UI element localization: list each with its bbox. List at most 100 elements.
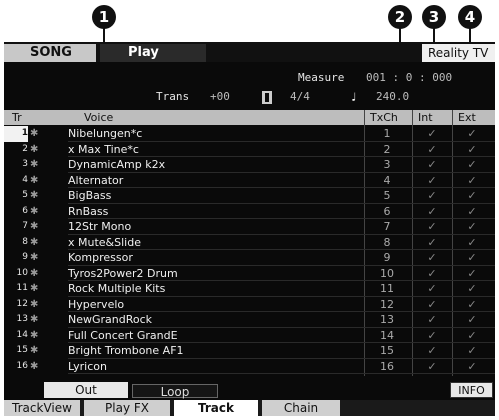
- track-row[interactable]: 1 Nibelungen*c 1 ✓ ✓ ✱: [4, 126, 495, 142]
- tab-loop[interactable]: Loop: [132, 384, 218, 399]
- voice-name[interactable]: NewGrandRock: [68, 312, 364, 328]
- voice-name[interactable]: Bright Trombone AF1: [68, 343, 364, 359]
- track-number[interactable]: 9: [4, 250, 28, 266]
- tx-channel[interactable]: 3: [364, 157, 410, 173]
- tx-channel[interactable]: 12: [364, 297, 410, 313]
- ext-check[interactable]: ✓: [458, 297, 486, 313]
- tab-track[interactable]: Track: [174, 400, 258, 416]
- tx-channel[interactable]: 11: [364, 281, 410, 297]
- voice-name[interactable]: Hypervelo: [68, 297, 364, 313]
- voice-name[interactable]: Full Concert GrandE: [68, 328, 364, 344]
- track-number[interactable]: 6: [4, 204, 28, 220]
- track-number[interactable]: 10: [4, 266, 28, 282]
- track-number[interactable]: 4: [4, 173, 28, 189]
- track-row[interactable]: 16 Lyricon 16 ✓ ✓ ✱: [4, 359, 495, 375]
- voice-name[interactable]: x Max Tine*c: [68, 142, 364, 158]
- track-number[interactable]: 5: [4, 188, 28, 204]
- tx-channel[interactable]: 8: [364, 235, 410, 251]
- tempo-value[interactable]: 240.0: [376, 90, 409, 103]
- track-row[interactable]: 9 Kompressor 9 ✓ ✓ ✱: [4, 250, 495, 266]
- tab-play-fx[interactable]: Play FX: [84, 400, 170, 416]
- track-number[interactable]: 1: [4, 126, 28, 142]
- track-row[interactable]: 3 DynamicAmp k2x 3 ✓ ✓ ✱: [4, 157, 495, 173]
- ext-check[interactable]: ✓: [458, 328, 486, 344]
- ext-check[interactable]: ✓: [458, 281, 486, 297]
- track-number[interactable]: 3: [4, 157, 28, 173]
- track-row[interactable]: 14 Full Concert GrandE 14 ✓ ✓ ✱: [4, 328, 495, 344]
- voice-name[interactable]: 12Str Mono: [68, 219, 364, 235]
- tx-channel[interactable]: 5: [364, 188, 410, 204]
- ext-check[interactable]: ✓: [458, 343, 486, 359]
- tx-channel[interactable]: 4: [364, 173, 410, 189]
- voice-name[interactable]: Rock Multiple Kits: [68, 281, 364, 297]
- track-row[interactable]: 7 12Str Mono 7 ✓ ✓ ✱: [4, 219, 495, 235]
- int-check[interactable]: ✓: [418, 281, 446, 297]
- int-check[interactable]: ✓: [418, 343, 446, 359]
- track-row[interactable]: 10 Tyros2Power2 Drum 10 ✓ ✓ ✱: [4, 266, 495, 282]
- track-number[interactable]: 7: [4, 219, 28, 235]
- int-check[interactable]: ✓: [418, 235, 446, 251]
- tx-channel[interactable]: 10: [364, 266, 410, 282]
- track-number[interactable]: 13: [4, 312, 28, 328]
- tx-channel[interactable]: 7: [364, 219, 410, 235]
- track-number[interactable]: 16: [4, 359, 28, 375]
- int-check[interactable]: ✓: [418, 204, 446, 220]
- tx-channel[interactable]: 2: [364, 142, 410, 158]
- info-button[interactable]: INFO: [450, 382, 493, 398]
- track-number[interactable]: 12: [4, 297, 28, 313]
- voice-name[interactable]: x Mute&Slide: [68, 235, 364, 251]
- track-number[interactable]: 15: [4, 343, 28, 359]
- voice-name[interactable]: Nibelungen*c: [68, 126, 364, 142]
- ext-check[interactable]: ✓: [458, 219, 486, 235]
- measure-value[interactable]: 001 : 0 : 000: [366, 71, 452, 84]
- ext-check[interactable]: ✓: [458, 266, 486, 282]
- ext-check[interactable]: ✓: [458, 126, 486, 142]
- int-check[interactable]: ✓: [418, 173, 446, 189]
- tx-channel[interactable]: 6: [364, 204, 410, 220]
- tab-out[interactable]: Out: [44, 382, 128, 398]
- ext-check[interactable]: ✓: [458, 204, 486, 220]
- track-row[interactable]: 5 BigBass 5 ✓ ✓ ✱: [4, 188, 495, 204]
- int-check[interactable]: ✓: [418, 250, 446, 266]
- tx-channel[interactable]: 13: [364, 312, 410, 328]
- track-row[interactable]: 12 Hypervelo 12 ✓ ✓ ✱: [4, 297, 495, 313]
- track-number[interactable]: 8: [4, 235, 28, 251]
- ext-check[interactable]: ✓: [458, 312, 486, 328]
- ext-check[interactable]: ✓: [458, 359, 486, 375]
- int-check[interactable]: ✓: [418, 126, 446, 142]
- int-check[interactable]: ✓: [418, 219, 446, 235]
- track-row[interactable]: 6 RnBass 6 ✓ ✓ ✱: [4, 204, 495, 220]
- ext-check[interactable]: ✓: [458, 142, 486, 158]
- int-check[interactable]: ✓: [418, 359, 446, 375]
- voice-name[interactable]: RnBass: [68, 204, 364, 220]
- tx-channel[interactable]: 15: [364, 343, 410, 359]
- trans-value[interactable]: +00: [210, 90, 230, 103]
- track-row[interactable]: 4 Alternator 4 ✓ ✓ ✱: [4, 173, 495, 189]
- voice-name[interactable]: Kompressor: [68, 250, 364, 266]
- track-row[interactable]: 13 NewGrandRock 13 ✓ ✓ ✱: [4, 312, 495, 328]
- int-check[interactable]: ✓: [418, 312, 446, 328]
- int-check[interactable]: ✓: [418, 266, 446, 282]
- voice-name[interactable]: Lyricon: [68, 359, 364, 375]
- voice-name[interactable]: BigBass: [68, 188, 364, 204]
- track-row[interactable]: 2x Max Tine*c 2 ✓ ✓ ✱: [4, 142, 495, 158]
- track-row[interactable]: 8x Mute&Slide 8 ✓ ✓ ✱: [4, 235, 495, 251]
- tab-trackview[interactable]: TrackView: [4, 400, 80, 416]
- int-check[interactable]: ✓: [418, 142, 446, 158]
- track-number[interactable]: 2: [4, 142, 28, 158]
- int-check[interactable]: ✓: [418, 188, 446, 204]
- ext-check[interactable]: ✓: [458, 235, 486, 251]
- voice-name[interactable]: DynamicAmp k2x: [68, 157, 364, 173]
- track-number[interactable]: 14: [4, 328, 28, 344]
- track-row[interactable]: 11 Rock Multiple Kits 11 ✓ ✓ ✱: [4, 281, 495, 297]
- tx-channel[interactable]: 1: [364, 126, 410, 142]
- int-check[interactable]: ✓: [418, 328, 446, 344]
- ext-check[interactable]: ✓: [458, 188, 486, 204]
- tx-channel[interactable]: 14: [364, 328, 410, 344]
- voice-name[interactable]: Tyros2Power2 Drum: [68, 266, 364, 282]
- track-number[interactable]: 11: [4, 281, 28, 297]
- int-check[interactable]: ✓: [418, 157, 446, 173]
- tx-channel[interactable]: 16: [364, 359, 410, 375]
- ext-check[interactable]: ✓: [458, 157, 486, 173]
- tab-chain[interactable]: Chain: [262, 400, 340, 416]
